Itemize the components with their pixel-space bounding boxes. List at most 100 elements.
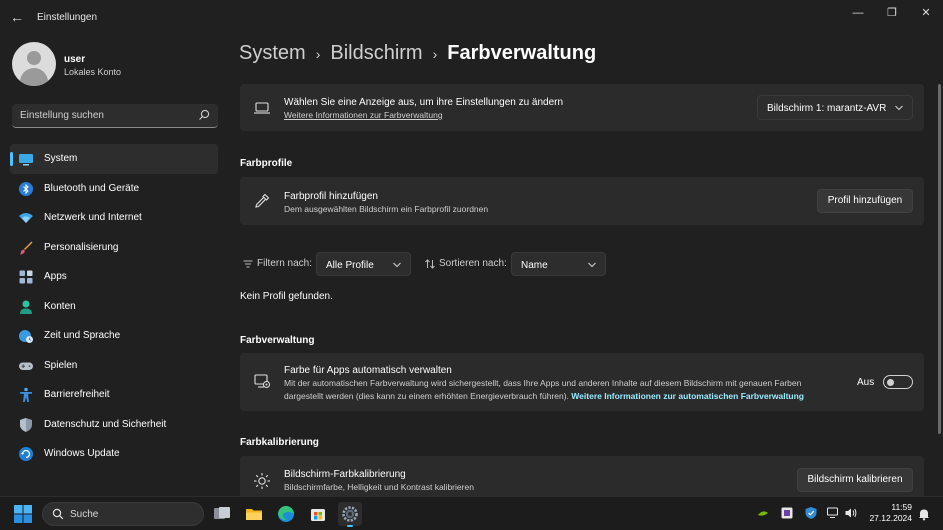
accessibility-icon (20, 387, 32, 402)
title-bar: ← Einstellungen — ❐ ✕ (0, 0, 943, 36)
sort-dropdown-value: Name (521, 260, 548, 271)
eyedropper-icon (255, 193, 270, 208)
color-monitor-icon (254, 374, 270, 388)
account-type: Lokales Konto (64, 67, 122, 77)
sidebar-nav: System Bluetooth und Geräte Netzwerk und… (10, 144, 218, 469)
search-placeholder: Einstellung suchen (20, 110, 104, 121)
chevron-down-icon (588, 262, 596, 268)
sidebar-item-time-language[interactable]: Zeit und Sprache (10, 321, 218, 351)
sort-dropdown[interactable]: Name (511, 252, 606, 276)
volume-tray-icon[interactable] (844, 506, 858, 520)
active-app-indicator (347, 525, 353, 527)
bluetooth-icon (19, 181, 33, 196)
search-icon (52, 508, 64, 520)
sidebar-item-apps[interactable]: Apps (10, 262, 218, 292)
sidebar-item-system[interactable]: System (10, 144, 218, 174)
sidebar-item-personalization[interactable]: Personalisierung (10, 233, 218, 263)
taskbar-search-text: Suche (70, 509, 99, 520)
section-title-profiles: Farbprofile (240, 158, 293, 169)
sidebar-item-label: Personalisierung (44, 241, 119, 253)
apps-icon (19, 270, 33, 284)
auto-color-toggle[interactable] (883, 375, 913, 389)
breadcrumb-chevron-icon: › (432, 45, 438, 62)
display-select-card: Wählen Sie eine Anzeige aus, um ihre Ein… (240, 84, 924, 131)
auto-color-info-link[interactable]: Weitere Informationen zur automatischen … (571, 391, 804, 401)
sidebar-item-privacy[interactable]: Datenschutz und Sicherheit (10, 410, 218, 440)
calibration-card: Bildschirm-Farbkalibrierung Bildschirmfa… (240, 456, 924, 498)
filter-icon (243, 260, 253, 268)
file-explorer-button[interactable] (242, 502, 266, 526)
breadcrumb-chevron-icon: › (315, 45, 321, 62)
breadcrumb-display[interactable]: Bildschirm (330, 42, 422, 65)
auto-color-title: Farbe für Apps automatisch verwalten (284, 365, 452, 376)
notification-bell-icon[interactable] (917, 507, 931, 521)
calibration-subtitle: Bildschirmfarbe, Helligkeit und Kontrast… (284, 482, 474, 492)
search-icon[interactable] (198, 109, 210, 121)
filter-dropdown[interactable]: Alle Profile (316, 252, 411, 276)
sidebar-item-bluetooth[interactable]: Bluetooth und Geräte (10, 174, 218, 204)
task-view-icon (214, 507, 230, 519)
globe-clock-icon (19, 330, 33, 343)
sidebar-item-label: Spielen (44, 359, 78, 371)
add-profile-subtitle: Dem ausgewählten Bildschirm ein Farbprof… (284, 204, 489, 214)
add-profile-title: Farbprofil hinzufügen (284, 191, 378, 202)
settings-app-button[interactable] (338, 502, 362, 527)
breadcrumb: System › Bildschirm › Farbverwaltung (239, 42, 596, 70)
sidebar-item-accessibility[interactable]: Barrierefreiheit (10, 380, 218, 410)
color-management-info-link[interactable]: Weitere Informationen zur Farbverwaltung (284, 109, 443, 122)
avatar-body (20, 68, 48, 86)
store-button[interactable] (306, 502, 330, 526)
store-icon (311, 509, 325, 521)
calibrate-display-button[interactable]: Bildschirm kalibrieren (797, 468, 913, 492)
maximize-icon[interactable]: ❐ (884, 6, 900, 20)
settings-search-input[interactable]: Einstellung suchen (12, 104, 218, 128)
scrollbar[interactable] (938, 84, 941, 434)
back-arrow-icon[interactable]: ← (10, 9, 26, 25)
sidebar-item-accounts[interactable]: Konten (10, 292, 218, 322)
account-icon (20, 300, 32, 314)
task-view-button[interactable] (210, 502, 234, 526)
chevron-down-icon (393, 262, 401, 268)
minimize-icon[interactable]: — (850, 6, 866, 20)
display-dropdown[interactable]: Bildschirm 1: marantz-AVR (757, 95, 913, 120)
breadcrumb-system[interactable]: System (239, 42, 306, 65)
edge-browser-button[interactable] (274, 502, 298, 526)
defender-tray-icon[interactable] (804, 506, 818, 520)
brightness-icon (254, 473, 270, 489)
app-tray-icon[interactable] (780, 506, 794, 520)
network-tray-icon[interactable] (826, 506, 840, 520)
windows-update-icon (19, 447, 33, 461)
brush-icon (20, 241, 33, 254)
laptop-icon (254, 102, 270, 114)
windows-start-icon[interactable] (14, 505, 32, 523)
section-title-color-management: Farbverwaltung (240, 335, 315, 346)
sidebar-item-gaming[interactable]: Spielen (10, 351, 218, 381)
sort-icon (425, 259, 435, 269)
sidebar-item-label: Datenschutz und Sicherheit (44, 418, 167, 430)
toggle-knob (887, 378, 894, 386)
sidebar-item-windows-update[interactable]: Windows Update (10, 439, 218, 469)
sort-label: Sortieren nach: (439, 258, 507, 269)
filter-dropdown-value: Alle Profile (326, 260, 374, 271)
taskbar-search[interactable]: Suche (42, 502, 204, 526)
sidebar-item-label: Zeit und Sprache (44, 330, 121, 341)
display-select-title: Wählen Sie eine Anzeige aus, um ihre Ein… (284, 97, 564, 108)
sidebar-item-label: Barrierefreiheit (44, 389, 110, 400)
nvidia-tray-icon[interactable] (756, 506, 770, 520)
clock-date: 27.12.2024 (869, 513, 912, 523)
clock-time: 11:59 (891, 502, 912, 512)
avatar[interactable] (12, 42, 56, 86)
add-profile-card: Farbprofil hinzufügen Dem ausgewählten B… (240, 177, 924, 225)
sidebar-item-label: System (44, 153, 78, 164)
no-profile-text: Kein Profil gefunden. (240, 291, 333, 302)
sidebar-item-label: Apps (44, 271, 67, 282)
filter-label: Filtern nach: (257, 258, 313, 269)
sidebar-item-network[interactable]: Netzwerk und Internet (10, 203, 218, 233)
sidebar-item-label: Konten (44, 300, 76, 312)
close-icon[interactable]: ✕ (918, 6, 934, 20)
sidebar-item-label: Netzwerk und Internet (44, 212, 142, 223)
add-profile-button[interactable]: Profil hinzufügen (817, 189, 913, 213)
sidebar-item-label: Windows Update (44, 448, 120, 459)
taskbar-clock[interactable]: 11:59 27.12.2024 (866, 502, 912, 524)
chevron-down-icon (895, 105, 903, 111)
